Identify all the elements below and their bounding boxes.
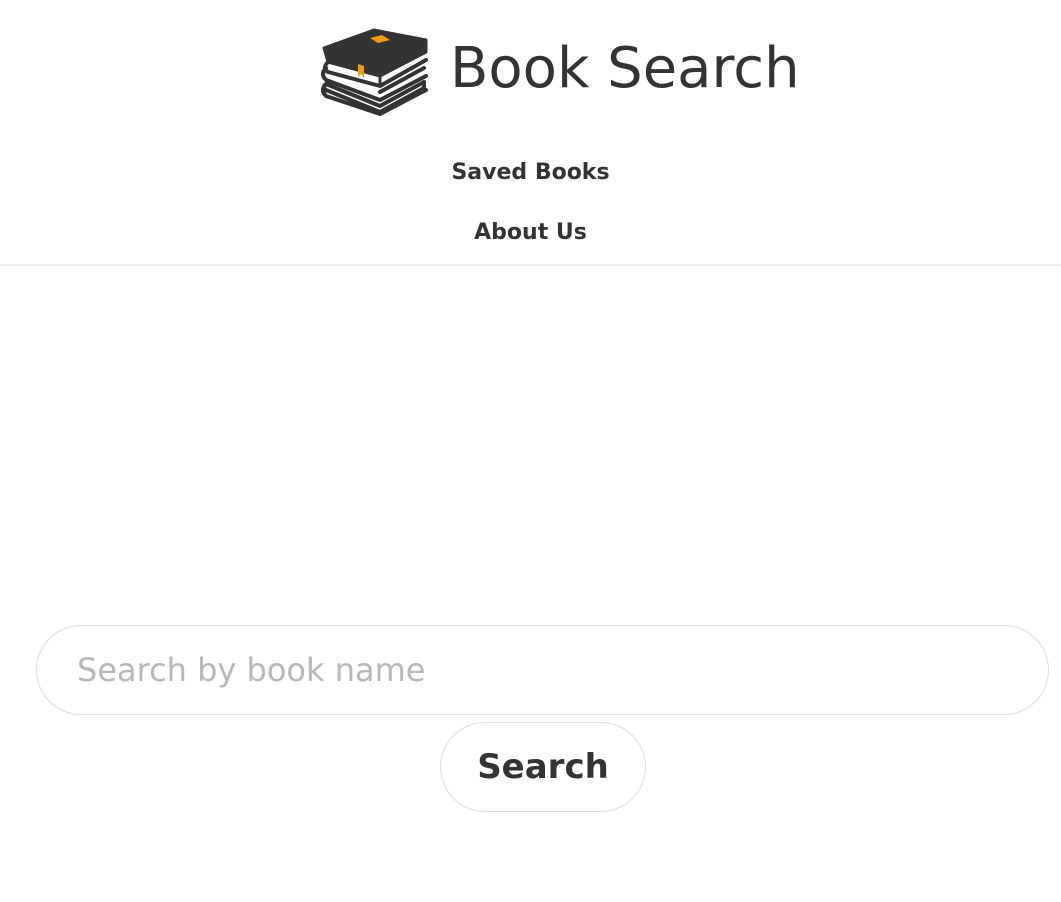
brand-link[interactable]: Book Search [320, 20, 800, 116]
nav-saved-books-link[interactable]: Saved Books [0, 160, 1061, 185]
nav-about-us-link[interactable]: About Us [0, 220, 1061, 245]
books-stack-icon [321, 28, 428, 116]
site-title: Book Search [450, 35, 800, 101]
search-button[interactable]: Search [440, 722, 646, 812]
site-header: Book Search Saved Books About Us [0, 0, 1061, 266]
book-search-input[interactable] [36, 625, 1049, 715]
